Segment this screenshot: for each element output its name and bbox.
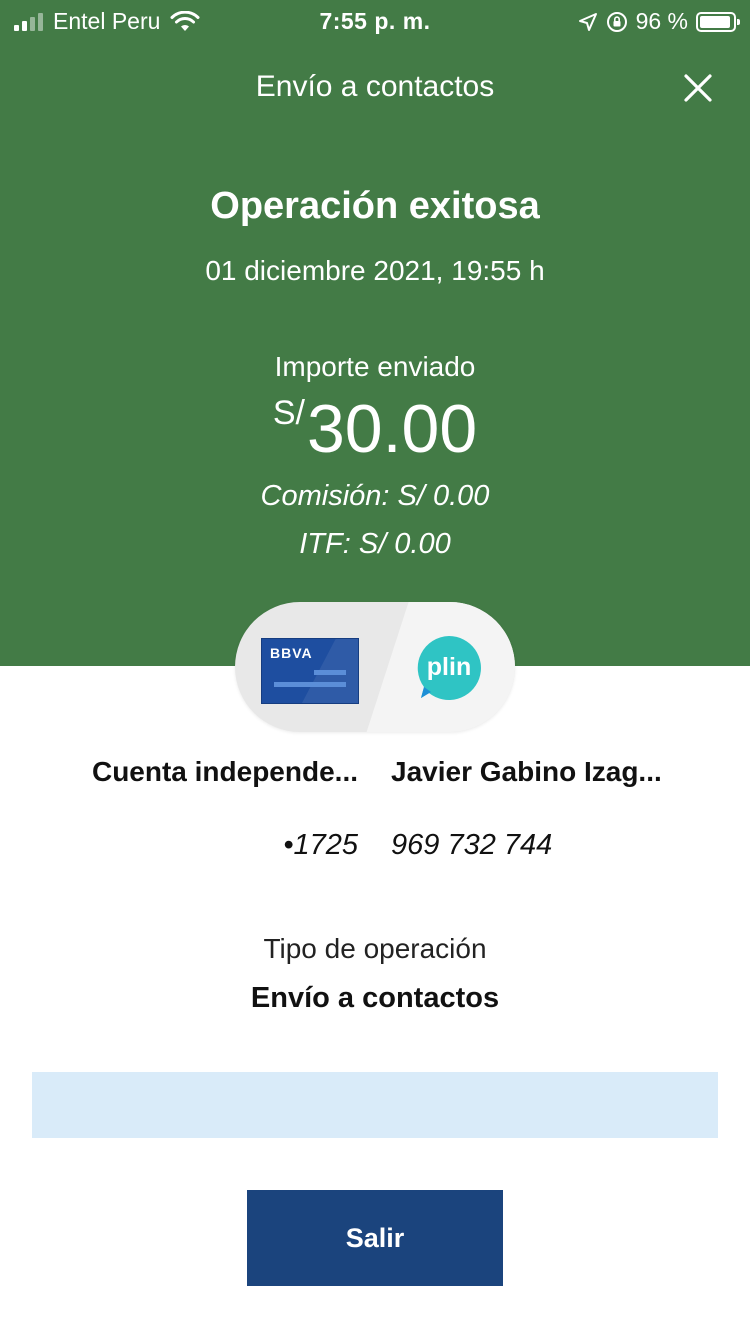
page-title: Envío a contactos <box>255 70 495 103</box>
amount-number: 30.00 <box>306 391 478 467</box>
plin-logo-text: plin <box>427 653 471 681</box>
operation-type-value: Envío a contactos <box>250 982 500 1014</box>
bbva-logo-text: BBVA <box>270 645 313 661</box>
amount-label: Importe enviado <box>274 351 476 382</box>
battery-icon <box>696 11 740 32</box>
operation-type-label: Tipo de operación <box>263 933 487 964</box>
commission-text: Comisión: S/ 0.00 <box>260 480 490 512</box>
itf-text: ITF: S/ 0.00 <box>299 528 451 560</box>
status-bar: Entel Peru 7:55 p. m. 96 % <box>0 0 750 44</box>
currency-symbol: S/ <box>272 394 305 432</box>
battery-percent: 96 % <box>635 8 688 34</box>
operation-datetime: 01 diciembre 2021, 19:55 h <box>205 255 545 286</box>
location-arrow-icon <box>578 12 597 31</box>
recipient-name: Javier Gabino Izag... <box>391 756 662 787</box>
exit-button[interactable]: Salir <box>247 1190 503 1286</box>
recipient-phone: 969 732 744 <box>391 829 553 861</box>
close-icon <box>684 74 712 102</box>
transfer-logos-pill: BBVA plin <box>235 602 515 732</box>
bbva-card-icon: BBVA <box>261 638 359 704</box>
orientation-lock-icon <box>606 11 627 32</box>
info-banner <box>32 1072 718 1138</box>
close-button[interactable] <box>678 66 718 110</box>
success-headline: Operación exitosa <box>210 185 540 227</box>
sender-account-number: •1725 <box>283 829 358 861</box>
sender-account-name: Cuenta independe... <box>91 756 358 787</box>
plin-logo-icon: plin <box>417 636 481 700</box>
status-right: 96 % <box>578 8 740 35</box>
amount-value: S/30.00 <box>0 390 750 468</box>
